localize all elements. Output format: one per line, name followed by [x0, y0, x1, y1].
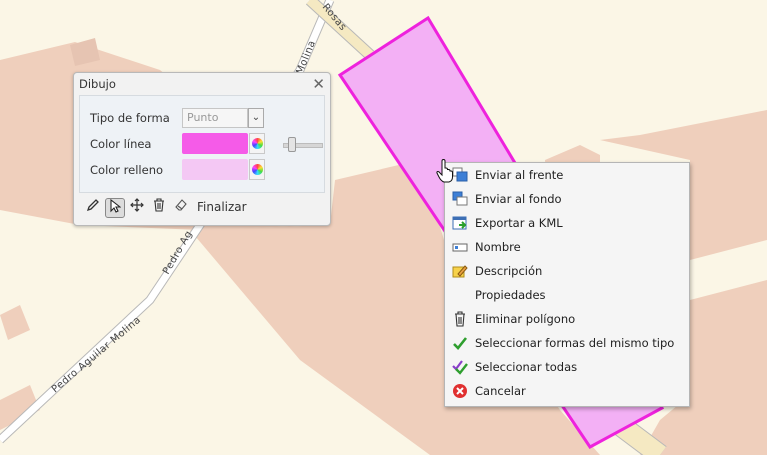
- send-to-back-icon: [452, 191, 468, 207]
- move-icon[interactable]: [127, 198, 147, 218]
- fill-color-label: Color relleno: [90, 163, 164, 177]
- menu-item-send-to-back[interactable]: Enviar al fondo: [445, 187, 689, 211]
- panel-body: Tipo de forma Punto ⌄ Color línea Color …: [79, 95, 325, 193]
- panel-title: Dibujo: [79, 77, 116, 91]
- menu-item-properties[interactable]: Propiedades: [445, 283, 689, 307]
- menu-item-cancel[interactable]: Cancelar: [445, 379, 689, 403]
- close-icon[interactable]: ✕: [312, 75, 325, 93]
- menu-item-label: Descripción: [475, 264, 543, 278]
- menu-item-name[interactable]: Nombre: [445, 235, 689, 259]
- menu-item-label: Seleccionar formas del mismo tipo: [475, 336, 675, 350]
- fill-color-swatch[interactable]: [182, 159, 248, 180]
- context-menu: Enviar al frente Enviar al fondo Exporta…: [444, 162, 690, 407]
- cancel-icon: [452, 383, 468, 399]
- export-kml-icon: [452, 215, 468, 231]
- finish-button[interactable]: Finalizar: [197, 200, 247, 214]
- menu-item-description[interactable]: Descripción: [445, 259, 689, 283]
- menu-item-label: Nombre: [475, 240, 521, 254]
- bring-to-front-icon: [452, 167, 468, 183]
- draw-toolbar: Finalizar: [79, 197, 325, 221]
- description-icon: [452, 263, 468, 279]
- select-arrow-icon[interactable]: [105, 198, 125, 218]
- menu-item-label: Exportar a KML: [475, 216, 563, 230]
- draw-panel: Dibujo ✕ Tipo de forma Punto ⌄ Color lín…: [73, 72, 331, 226]
- pencil-icon[interactable]: [83, 198, 103, 218]
- menu-item-export-kml[interactable]: Exportar a KML: [445, 211, 689, 235]
- check-icon: [452, 335, 468, 351]
- menu-item-delete-polygon[interactable]: Eliminar polígono: [445, 307, 689, 331]
- trash-icon[interactable]: [149, 198, 169, 218]
- color-wheel-icon[interactable]: [249, 133, 265, 154]
- name-tag-icon: [452, 239, 468, 255]
- line-color-label: Color línea: [90, 137, 152, 151]
- line-color-swatch[interactable]: [182, 133, 248, 154]
- shape-type-select[interactable]: Punto: [182, 108, 248, 128]
- menu-item-label: Eliminar polígono: [475, 312, 576, 326]
- menu-item-label: Enviar al fondo: [475, 192, 562, 206]
- menu-item-bring-to-front[interactable]: Enviar al frente: [445, 163, 689, 187]
- color-wheel-icon[interactable]: [249, 159, 265, 180]
- hand-cursor-icon: [436, 159, 453, 183]
- check-all-icon: [452, 359, 468, 375]
- slider-handle[interactable]: [288, 137, 296, 152]
- chevron-down-icon[interactable]: ⌄: [248, 108, 264, 128]
- menu-item-label: Enviar al frente: [475, 168, 564, 182]
- eraser-icon[interactable]: [171, 198, 191, 218]
- trash-icon: [452, 311, 468, 327]
- menu-item-label: Cancelar: [475, 384, 526, 398]
- menu-item-select-all[interactable]: Seleccionar todas: [445, 355, 689, 379]
- menu-item-label: Propiedades: [475, 288, 546, 302]
- shape-type-label: Tipo de forma: [90, 111, 170, 125]
- menu-item-label: Seleccionar todas: [475, 360, 578, 374]
- menu-item-select-same-type[interactable]: Seleccionar formas del mismo tipo: [445, 331, 689, 355]
